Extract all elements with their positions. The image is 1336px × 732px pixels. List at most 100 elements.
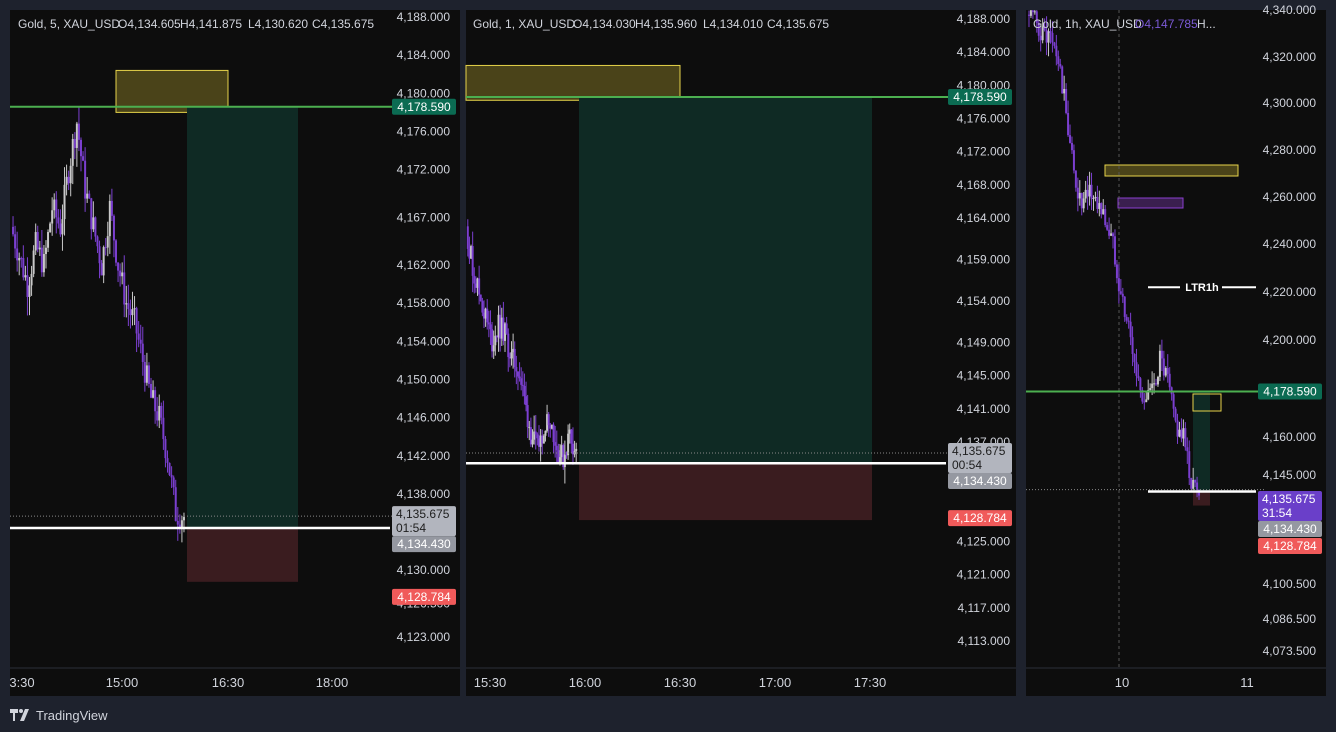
pane1-candle-body — [133, 308, 136, 310]
pane3-candle-body — [1113, 236, 1116, 265]
pane2-y-tick-label: 4,154.000 — [957, 294, 1011, 308]
pane1-candle-body — [57, 217, 60, 224]
pane1-candle-body — [135, 308, 138, 334]
pane3-candle-body — [1098, 203, 1101, 209]
pane3-candle-body — [1074, 170, 1077, 188]
pane3-y-tick-label: 4,160.000 — [1263, 430, 1317, 444]
pane3-candle-body — [1155, 383, 1158, 385]
pane1-y-tick-label: 4,138.000 — [397, 487, 451, 501]
pane1-candle-body — [73, 138, 76, 148]
pane2-candle-body — [510, 352, 513, 359]
pane1-candle-body — [30, 273, 33, 286]
pane3-candle-body — [1100, 203, 1103, 215]
pane3-candle-body — [1110, 233, 1113, 236]
pane3-stop-price-label: 4,128.784 — [1263, 539, 1317, 553]
tradingview-brand[interactable]: TradingView — [10, 706, 108, 724]
pane3-candle-body — [1106, 225, 1109, 230]
pane3-target-price-label: 4,178.590 — [1263, 384, 1317, 398]
pane3-y-tick-label: 4,340.000 — [1263, 3, 1317, 17]
pane1-candle-body — [51, 210, 54, 224]
pane3-y-tick-label: 4,073.500 — [1263, 644, 1317, 658]
pane3-candle-body — [1051, 32, 1054, 43]
pane1-y-tick-label: 4,172.000 — [397, 163, 451, 177]
pane2-x-tick-label: 16:30 — [664, 675, 697, 690]
pane3-candle-body — [1184, 428, 1187, 448]
pane1-countdown-label: 01:54 — [396, 521, 426, 535]
pane2-candle-body — [518, 376, 521, 379]
pane2-y-tick-label: 4,188.000 — [957, 12, 1011, 26]
chart-layout: 4,188.000 4,184.000 4,180.000 4,176.000 4,17… — [0, 0, 1336, 732]
pane2-candle-body — [466, 226, 469, 249]
pane2-candle-body — [473, 275, 476, 284]
tradingview-logo-icon — [10, 709, 30, 721]
pane1-y-tick-label: 4,184.000 — [397, 48, 451, 62]
pane2-candle-body — [523, 385, 526, 397]
pane3-countdown-label: 31:54 — [1262, 506, 1292, 520]
pane1-candle-body — [121, 272, 124, 277]
pane3-candle-body — [1065, 88, 1068, 113]
pane2-candle-body — [486, 308, 489, 323]
pane1-ohlc-value: L4,130.620 — [248, 17, 308, 31]
pane3-candle-body — [1069, 135, 1072, 143]
pane2-x-tick-label: 17:30 — [854, 675, 887, 690]
pane3-candle-body — [1123, 296, 1126, 317]
pane2-entry-price-label: 4,134.430 — [953, 474, 1007, 488]
pane1-profit-zone — [187, 106, 298, 528]
pane3-candle-body — [1059, 63, 1062, 67]
pane1-candle-body — [47, 232, 50, 248]
pane1-candle-body — [119, 270, 122, 277]
pane1-y-tick-label: 4,123.000 — [397, 630, 451, 644]
pane1-candle-body — [75, 123, 78, 148]
pane3-candle-body — [1053, 42, 1056, 46]
pane3-candle-body — [1121, 293, 1124, 297]
pane1-y-tick-label: 4,162.000 — [397, 258, 451, 272]
pane1-candle-body — [141, 343, 144, 362]
pane3-candle-body — [1145, 399, 1148, 403]
pane1-y-tick-label: 4,180.000 — [397, 86, 451, 100]
pane2-loss-zone — [579, 463, 872, 521]
pane2-candle-body — [481, 301, 484, 313]
pane3-candle-body — [1029, 10, 1032, 16]
pane2-candle-body — [513, 348, 516, 368]
pane3-candle-body — [1131, 337, 1134, 355]
pane3-candle-body — [1070, 142, 1073, 151]
pane1-candle-body — [94, 217, 97, 237]
pane1-candle-body — [67, 176, 70, 184]
pane3-entry-price-label: 4,134.430 — [1263, 522, 1317, 536]
pane3-candle-body — [1117, 278, 1120, 292]
pane3-candle-body — [1067, 112, 1070, 136]
pane1-y-tick-label: 4,130.000 — [397, 563, 451, 577]
pane1-candle-body — [59, 223, 62, 235]
pane3-x-tick-label: 10 — [1115, 675, 1129, 690]
pane1-candle-body — [16, 248, 19, 261]
pane3-candle-body — [1031, 10, 1034, 13]
pane2-candle-body — [507, 333, 510, 358]
pane1-candle-body — [129, 309, 132, 316]
pane1-candle-body — [38, 247, 41, 250]
pane2-candle-body — [520, 378, 523, 385]
pane1-candle-body — [158, 405, 161, 421]
pane2-y-tick-label: 4,125.000 — [957, 534, 1011, 548]
pane3-candle-body — [1104, 209, 1107, 226]
pane3-candle-body — [1108, 229, 1111, 236]
pane1-y-tick-label: 4,158.000 — [397, 296, 451, 310]
pane3-candle-body — [1102, 209, 1105, 215]
pane2-y-tick-label: 4,117.000 — [958, 601, 1011, 615]
pane1-candle-body — [96, 236, 99, 247]
pane3-candle-body — [1096, 196, 1099, 209]
pane1-loss-zone — [187, 527, 298, 582]
pane3-candle-body — [1139, 378, 1142, 391]
pane2-y-tick-label: 4,168.000 — [957, 178, 1011, 192]
pane1-candle-body — [154, 390, 157, 412]
pane3-profit-zone — [1193, 391, 1210, 492]
pane2-stop-price-label: 4,128.784 — [953, 511, 1007, 525]
pane1-candle-body — [112, 215, 115, 241]
pane1-candle-body — [28, 285, 31, 297]
pane1-stop-price-label: 4,128.784 — [397, 590, 451, 604]
pane3-candle-body — [1192, 479, 1195, 489]
pane2-candle-body — [525, 396, 528, 406]
pane3-candle-body — [1160, 350, 1163, 359]
pane3-y-tick-label: 4,220.000 — [1263, 285, 1317, 299]
pane3-symbol-header: Gold, 1h, XAU_USD — [1033, 17, 1142, 31]
pane1-candle-body — [34, 232, 37, 251]
